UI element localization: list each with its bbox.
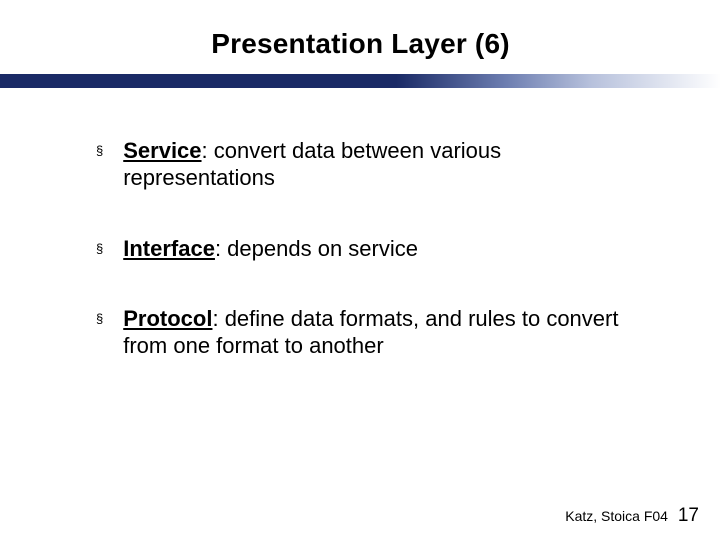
bullet-label: Protocol xyxy=(123,306,212,331)
bullet-item: § Interface: depends on service xyxy=(96,236,651,263)
content-area: § Service: convert data between various … xyxy=(0,88,721,360)
bullet-text: Service: convert data between various re… xyxy=(123,138,651,192)
bullet-item: § Protocol: define data formats, and rul… xyxy=(96,306,651,360)
bullet-marker-icon: § xyxy=(96,236,103,262)
title-area: Presentation Layer (6) xyxy=(0,0,721,60)
bullet-item: § Service: convert data between various … xyxy=(96,138,651,192)
bullet-marker-icon: § xyxy=(96,306,103,332)
slide-title: Presentation Layer (6) xyxy=(0,28,721,60)
page-number: 17 xyxy=(678,505,699,526)
divider-bar xyxy=(0,74,721,88)
footer-credit: Katz, Stoica F04 xyxy=(565,508,668,524)
bullet-label: Service xyxy=(123,138,201,163)
bullet-text: Protocol: define data formats, and rules… xyxy=(123,306,651,360)
bullet-label: Interface xyxy=(123,236,215,261)
slide: Presentation Layer (6) § Service: conver… xyxy=(0,0,721,541)
bullet-rest: : depends on service xyxy=(215,236,418,261)
bullet-marker-icon: § xyxy=(96,138,103,164)
footer: Katz, Stoica F04 17 xyxy=(565,505,699,527)
bullet-text: Interface: depends on service xyxy=(123,236,418,263)
